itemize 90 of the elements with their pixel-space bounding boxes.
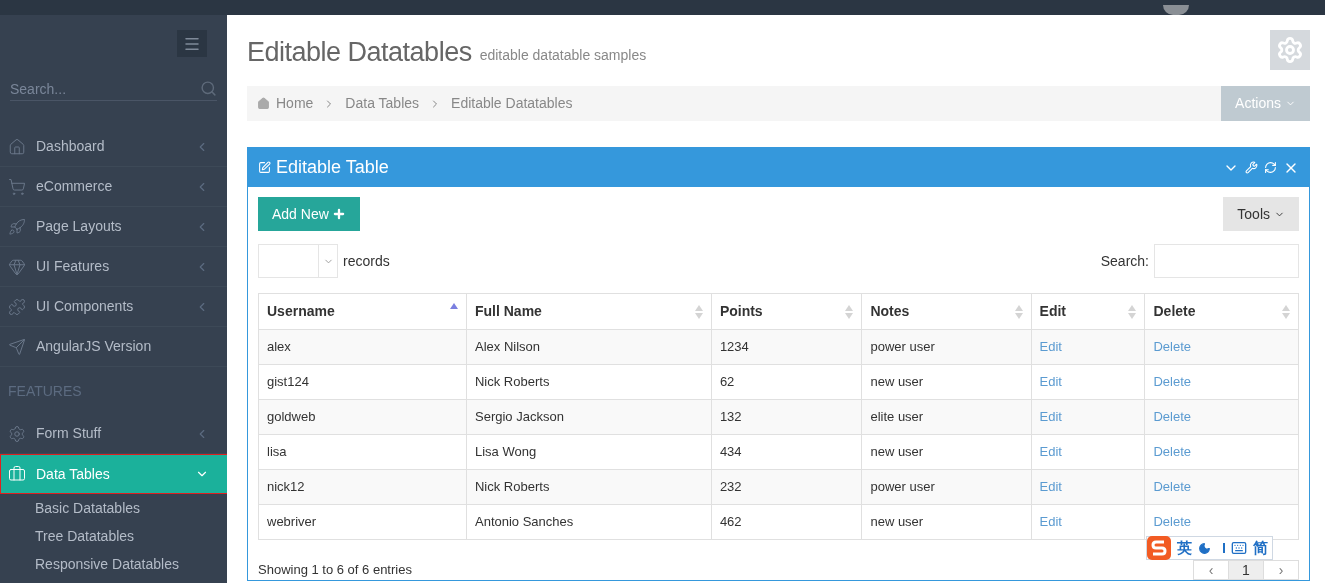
- submenu-item[interactable]: Basic Datatables: [0, 494, 227, 522]
- table-cell: 1234: [711, 329, 862, 365]
- table-cell: power user: [861, 329, 1032, 365]
- submenu-item[interactable]: Responsive Datatables: [0, 550, 227, 578]
- search-icon: [200, 80, 217, 97]
- nav-label: Dashboard: [36, 137, 106, 156]
- nav-icon: [8, 337, 26, 356]
- pagination-button[interactable]: 1: [1228, 560, 1264, 580]
- table-cell: power user: [861, 469, 1032, 505]
- nav-icon: [8, 257, 26, 276]
- table-cell: Lisa Wong: [466, 434, 712, 470]
- moon-icon[interactable]: [1198, 541, 1211, 555]
- table-cell: 434: [711, 434, 862, 470]
- nav-label: Page Layouts: [36, 217, 123, 236]
- sidebar-search-field[interactable]: Search...: [10, 77, 217, 101]
- language-toggle[interactable]: 英: [1177, 536, 1192, 560]
- page-title: Editable Datatables: [247, 39, 472, 66]
- settings-icon: [1276, 36, 1304, 64]
- table-cell: Sergio Jackson: [466, 399, 712, 435]
- pagination-button[interactable]: ‹: [1193, 560, 1229, 580]
- delete-link[interactable]: Delete: [1153, 479, 1192, 495]
- wrench-icon[interactable]: [1245, 161, 1258, 174]
- delete-link[interactable]: Delete: [1153, 444, 1192, 460]
- home-icon: [257, 97, 270, 110]
- table-cell: 462: [711, 504, 862, 540]
- table-info: Showing 1 to 6 of 6 entries: [258, 561, 412, 579]
- breadcrumb-link[interactable]: Home: [276, 93, 314, 114]
- breadcrumb-link[interactable]: Data Tables: [345, 93, 420, 114]
- delete-link[interactable]: Delete: [1153, 339, 1192, 355]
- nav-label: eCommerce: [36, 177, 114, 196]
- table-cell: Nick Roberts: [466, 364, 712, 400]
- edit-icon: [258, 161, 271, 174]
- table-cell: Alex Nilson: [466, 329, 712, 365]
- plus-icon: [331, 207, 346, 221]
- nav-label: Data Tables: [36, 464, 111, 484]
- nav-label: UI Components: [36, 297, 135, 316]
- table-cell: 62: [711, 364, 862, 400]
- delete-link[interactable]: Delete: [1153, 374, 1192, 390]
- table-cell: 232: [711, 469, 862, 505]
- nav-icon: [8, 177, 26, 196]
- search-field[interactable]: [1154, 244, 1299, 278]
- menu-toggle-button[interactable]: [177, 30, 207, 57]
- table-cell: webriver: [258, 504, 467, 540]
- search-label: Search:: [1100, 251, 1149, 271]
- column-header[interactable]: Edit: [1031, 293, 1145, 330]
- table-cell: new user: [861, 364, 1032, 400]
- nav-label: AngularJS Version: [36, 337, 153, 356]
- tools-button[interactable]: Tools: [1223, 197, 1299, 231]
- sidebar-item[interactable]: Data Tables: [0, 454, 227, 494]
- column-header[interactable]: Points: [711, 293, 862, 330]
- nav-icon: [8, 465, 26, 483]
- edit-link[interactable]: Edit: [1039, 514, 1062, 530]
- table-cell: 132: [711, 399, 862, 435]
- table-cell: goldweb: [258, 399, 467, 435]
- column-header[interactable]: Full Name: [466, 293, 712, 330]
- nav-icon: [8, 217, 26, 236]
- table-cell: alex: [258, 329, 467, 365]
- keyboard-icon[interactable]: [1231, 540, 1247, 556]
- edit-link[interactable]: Edit: [1039, 339, 1062, 355]
- nav-icon: [8, 137, 26, 156]
- avatar[interactable]: [1163, 5, 1189, 15]
- column-header[interactable]: Username: [258, 293, 467, 330]
- table-cell: Antonio Sanches: [466, 504, 712, 540]
- pagination-button[interactable]: ›: [1263, 560, 1299, 580]
- add-new-button[interactable]: Add New: [258, 197, 360, 231]
- script-toggle[interactable]: 简: [1253, 536, 1268, 560]
- edit-link[interactable]: Edit: [1039, 409, 1062, 425]
- edit-link[interactable]: Edit: [1039, 479, 1062, 495]
- table-cell: Nick Roberts: [466, 469, 712, 505]
- nav-label: Form Stuff: [36, 424, 103, 443]
- nav-icon: [8, 424, 26, 443]
- edit-link[interactable]: Edit: [1039, 374, 1062, 390]
- table-cell: elite user: [861, 399, 1032, 435]
- reload-icon[interactable]: [1264, 161, 1277, 174]
- table-cell: lisa: [258, 434, 467, 470]
- column-header[interactable]: Delete: [1145, 293, 1299, 330]
- table-cell: new user: [861, 434, 1032, 470]
- table-cell: gist124: [258, 364, 467, 400]
- edit-link[interactable]: Edit: [1039, 444, 1062, 460]
- delete-link[interactable]: Delete: [1153, 514, 1192, 530]
- submenu-item[interactable]: Tree Datatables: [0, 522, 227, 550]
- nav-label: UI Features: [36, 257, 111, 276]
- nav-icon: [8, 297, 26, 316]
- delete-link[interactable]: Delete: [1153, 409, 1192, 425]
- records-label: records: [343, 251, 390, 271]
- page-subtitle: editable datatable samples: [479, 46, 647, 65]
- column-header[interactable]: Notes: [861, 293, 1032, 330]
- panel-title: Editable Table: [276, 156, 390, 179]
- table-cell: new user: [861, 504, 1032, 540]
- table-cell: nick12: [258, 469, 467, 505]
